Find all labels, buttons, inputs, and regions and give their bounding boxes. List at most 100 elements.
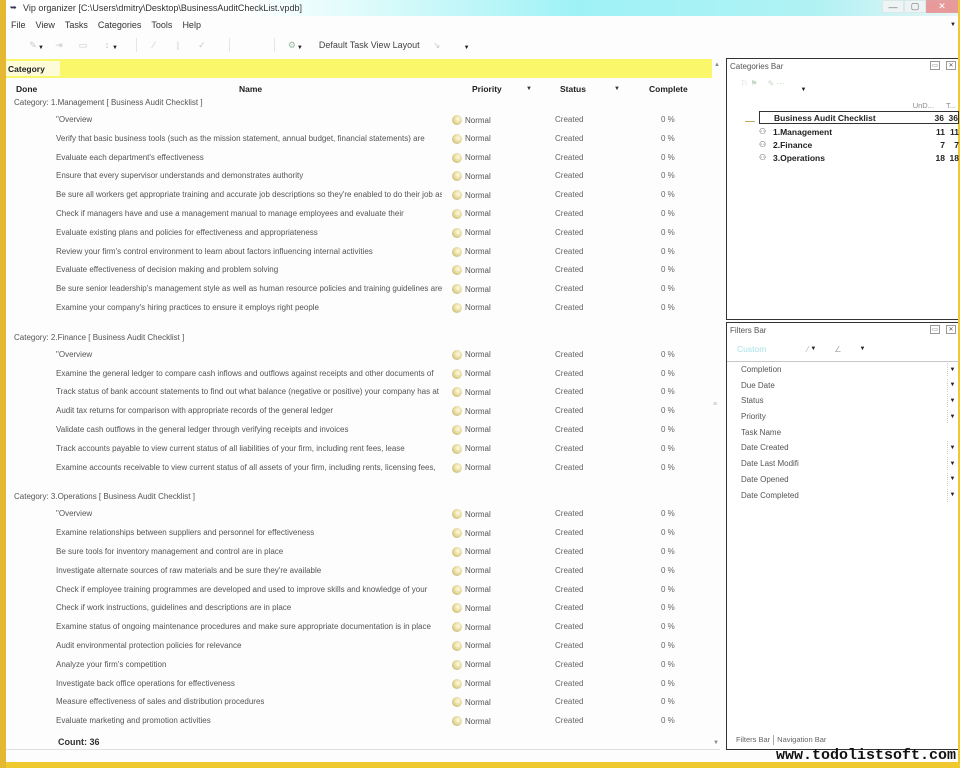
document-icon[interactable]: ▭: [76, 38, 90, 52]
task-name[interactable]: Evaluate marketing and promotion activit…: [56, 716, 442, 725]
task-name[interactable]: Check if managers have and use a managem…: [56, 209, 442, 218]
task-name[interactable]: Verify that basic business tools (such a…: [56, 134, 442, 143]
task-name[interactable]: Investigate back office operations for e…: [56, 679, 442, 688]
task-row[interactable]: Measure effectiveness of sales and distr…: [6, 694, 712, 713]
task-row[interactable]: Verify that basic business tools (such a…: [6, 131, 712, 150]
task-priority[interactable]: Normal: [452, 246, 491, 257]
task-name[interactable]: Evaluate effectiveness of decision makin…: [56, 265, 442, 274]
filter-dropdown-icon[interactable]: ▼: [947, 441, 957, 455]
category-group-header[interactable]: Category: 2.Finance [ Business Audit Che…: [6, 331, 712, 347]
task-name[interactable]: Examine status of ongoing maintenance pr…: [56, 622, 442, 631]
task-row[interactable]: Be sure all workers get appropriate trai…: [6, 187, 712, 206]
task-name[interactable]: Evaluate existing plans and policies for…: [56, 228, 442, 237]
task-row[interactable]: "Overview Normal Created 0 %: [6, 506, 712, 525]
task-status[interactable]: Created: [555, 660, 583, 669]
category-item[interactable]: ⚇ 2.Finance 7 7: [759, 138, 959, 151]
task-complete[interactable]: 0 %: [661, 387, 675, 396]
task-complete[interactable]: 0 %: [661, 284, 675, 293]
task-name[interactable]: Analyze your firm's competition: [56, 660, 442, 669]
filter-wand-dropdown-icon[interactable]: ▼: [810, 346, 816, 352]
sort-icon[interactable]: ↘: [430, 38, 444, 52]
cut-icon[interactable]: |: [171, 38, 185, 52]
task-complete[interactable]: 0 %: [661, 209, 675, 218]
menu-view[interactable]: View: [36, 20, 55, 30]
task-priority[interactable]: Normal: [452, 716, 491, 727]
task-name[interactable]: Investigate alternate sources of raw mat…: [56, 566, 442, 575]
filter-dropdown-icon[interactable]: ▼: [947, 410, 957, 424]
task-priority[interactable]: Normal: [452, 509, 491, 520]
menu-file[interactable]: File: [11, 20, 26, 30]
close-panel-icon[interactable]: ✕: [946, 61, 956, 70]
task-name[interactable]: Be sure senior leadership's management s…: [56, 284, 442, 293]
task-status[interactable]: Created: [555, 509, 583, 518]
task-name[interactable]: Audit environmental protection policies …: [56, 641, 442, 650]
scroll-up-icon[interactable]: ▲: [714, 62, 720, 68]
column-header-priority[interactable]: Priority: [472, 84, 502, 94]
task-name[interactable]: Be sure all workers get appropriate trai…: [56, 190, 442, 199]
task-complete[interactable]: 0 %: [661, 265, 675, 274]
task-name[interactable]: Ensure that every supervisor understands…: [56, 171, 442, 180]
task-priority[interactable]: Normal: [452, 208, 491, 219]
scroll-down-icon[interactable]: ▼: [713, 740, 719, 746]
column-undone[interactable]: UnD...: [913, 101, 934, 110]
new-task-dropdown-icon[interactable]: ▼: [38, 45, 44, 51]
task-row[interactable]: Check if work instructions, guidelines a…: [6, 600, 712, 619]
task-status[interactable]: Created: [555, 387, 583, 396]
task-priority[interactable]: Normal: [452, 115, 491, 125]
task-row[interactable]: Ensure that every supervisor understands…: [6, 168, 712, 187]
task-priority[interactable]: Normal: [452, 528, 491, 539]
clear-filter-icon[interactable]: ∠: [834, 345, 841, 354]
task-complete[interactable]: 0 %: [661, 547, 675, 556]
task-row[interactable]: Check if employee training programmes ar…: [6, 582, 712, 601]
task-priority[interactable]: Normal: [452, 302, 491, 313]
task-priority[interactable]: Normal: [452, 349, 491, 360]
task-priority[interactable]: Normal: [452, 443, 491, 454]
toolbar-overflow-icon[interactable]: ▼: [464, 45, 470, 51]
task-complete[interactable]: 0 %: [661, 115, 675, 124]
task-complete[interactable]: 0 %: [661, 660, 675, 669]
group-by-chip-category[interactable]: Category: [6, 61, 60, 76]
column-header-done[interactable]: Done: [16, 84, 37, 94]
task-priority[interactable]: Normal: [452, 659, 491, 670]
task-status[interactable]: Created: [555, 566, 583, 575]
splitter-grip-icon[interactable]: ≡: [713, 401, 717, 408]
task-status[interactable]: Created: [555, 585, 583, 594]
task-status[interactable]: Created: [555, 350, 583, 359]
filter-item[interactable]: Date Completed ▼: [727, 488, 959, 504]
priority-filter-icon[interactable]: ▼: [526, 86, 532, 92]
pin-icon[interactable]: ▭: [930, 61, 940, 70]
task-row[interactable]: Examine your company's hiring practices …: [6, 300, 712, 319]
task-name[interactable]: Examine the general ledger to compare ca…: [56, 369, 442, 378]
task-status[interactable]: Created: [555, 265, 583, 274]
menu-categories[interactable]: Categories: [98, 20, 142, 30]
task-row[interactable]: Analyze your firm's competition Normal Cre…: [6, 657, 712, 676]
task-priority[interactable]: Normal: [452, 152, 491, 163]
filter-item[interactable]: Date Opened ▼: [727, 472, 959, 488]
menu-tasks[interactable]: Tasks: [65, 20, 88, 30]
task-row[interactable]: Examine the general ledger to compare ca…: [6, 366, 712, 385]
task-complete[interactable]: 0 %: [661, 716, 675, 725]
task-status[interactable]: Created: [555, 209, 583, 218]
task-row[interactable]: Examine status of ongoing maintenance pr…: [6, 619, 712, 638]
task-status[interactable]: Created: [555, 641, 583, 650]
task-row[interactable]: "Overview Normal Created 0 %: [6, 112, 712, 131]
filter-dropdown-icon[interactable]: ▼: [947, 363, 957, 376]
task-status[interactable]: Created: [555, 190, 583, 199]
category-item[interactable]: ⚇ 1.Management 11 11: [759, 125, 959, 138]
task-priority[interactable]: Normal: [452, 546, 491, 557]
task-row[interactable]: Evaluate marketing and promotion activit…: [6, 713, 712, 732]
task-status[interactable]: Created: [555, 622, 583, 631]
task-complete[interactable]: 0 %: [661, 509, 675, 518]
task-priority[interactable]: Normal: [452, 622, 491, 633]
categories-dropdown-icon[interactable]: ▼: [801, 87, 807, 93]
task-priority[interactable]: Normal: [452, 697, 491, 708]
filter-dropdown-icon[interactable]: ▼: [947, 472, 957, 486]
task-name[interactable]: "Overview: [56, 350, 442, 359]
filter-item[interactable]: Date Last Modifi ▼: [727, 456, 959, 472]
task-complete[interactable]: 0 %: [661, 228, 675, 237]
filter-item[interactable]: Due Date ▼: [727, 378, 959, 394]
task-priority[interactable]: Normal: [452, 387, 491, 398]
task-status[interactable]: Created: [555, 134, 583, 143]
task-status[interactable]: Created: [555, 463, 583, 472]
edit-icon[interactable]: ⁄: [147, 38, 161, 52]
